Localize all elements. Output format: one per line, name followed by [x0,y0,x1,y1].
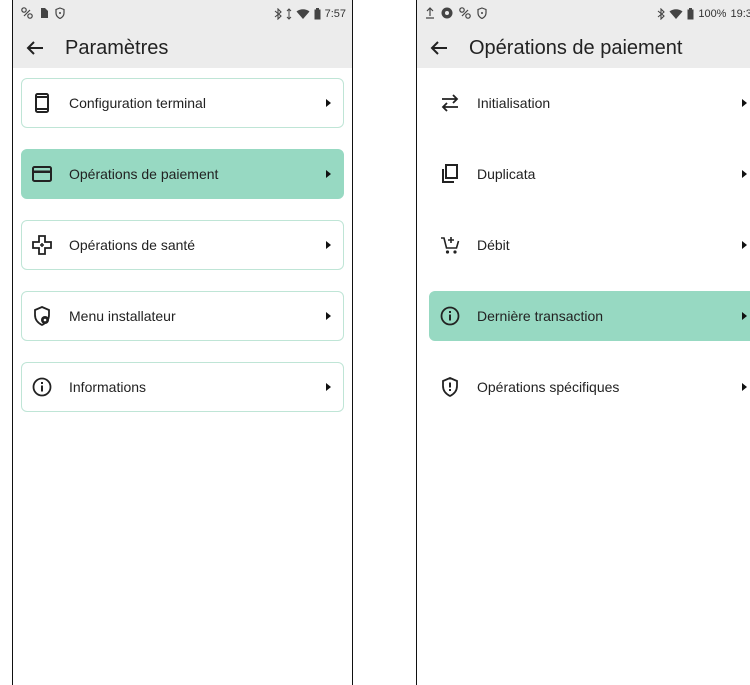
chevron-right-icon [742,312,747,320]
menu-item-initialisation[interactable]: Initialisation [429,78,750,128]
back-button[interactable] [427,36,451,60]
menu-item-configuration-terminal[interactable]: Configuration terminal [21,78,344,128]
menu-list: Initialisation Duplicata Débit Dernière … [417,68,750,412]
menu-item-label: Opérations de paiement [69,166,219,182]
menu-item-operations-paiement[interactable]: Opérations de paiement [21,149,344,199]
data-arrows-icon [286,8,291,20]
menu-item-debit[interactable]: Débit [429,220,750,270]
menu-item-informations[interactable]: Informations [21,362,344,412]
menu-item-operations-specifiques[interactable]: Opérations spécifiques [429,362,750,412]
menu-item-label: Opérations spécifiques [477,379,620,395]
app-bar: Paramètres [13,28,352,68]
bluetooth-icon [657,8,666,20]
menu-list: Configuration terminal Opérations de pai… [13,68,352,412]
page-title: Paramètres [65,36,169,59]
chevron-right-icon [742,241,747,249]
page-title: Opérations de paiement [469,36,683,59]
chevron-right-icon [742,99,747,107]
link-icon [459,7,471,19]
shield-status-icon [55,7,65,19]
status-bar: 7:57 [13,0,352,28]
menu-item-duplicata[interactable]: Duplicata [429,149,750,199]
menu-item-menu-installateur[interactable]: Menu installateur [21,291,344,341]
menu-item-label: Dernière transaction [477,308,604,324]
payment-operations-screen: 100% 19:31 Opérations de paiement Initia… [416,0,750,685]
chevron-right-icon [326,383,331,391]
wifi-icon [296,9,310,19]
menu-item-label: Opérations de santé [69,237,196,253]
menu-item-operations-sante[interactable]: Opérations de santé [21,220,344,270]
chevron-right-icon [326,312,331,320]
upload-icon [426,7,434,19]
copy-icon [440,164,460,184]
menu-item-derniere-transaction[interactable]: Dernière transaction [429,291,750,341]
arrow-back-icon [26,41,43,55]
menu-item-label: Initialisation [477,95,551,111]
wifi-icon [669,9,683,19]
chevron-right-icon [326,170,331,178]
phone-icon [32,93,52,113]
app-notification-icon [441,7,453,19]
status-time: 19:31 [730,8,750,20]
bluetooth-icon [274,8,282,20]
info-icon [440,306,460,326]
cart-add-icon [440,235,460,255]
arrow-back-icon [430,41,447,55]
menu-item-label: Informations [69,379,147,395]
chevron-right-icon [742,383,747,391]
battery-icon [314,8,321,20]
shield-gear-icon [32,306,52,326]
menu-item-label: Menu installateur [69,308,176,324]
link-icon [21,7,33,19]
medical-cross-icon [32,235,52,255]
chevron-right-icon [326,99,331,107]
shield-icon [440,377,460,397]
shield-status-icon [477,7,487,19]
swap-arrows-icon [440,93,460,113]
chevron-right-icon [326,241,331,249]
status-bar: 100% 19:31 [417,0,750,28]
battery-percent: 100% [698,8,727,20]
menu-item-label: Débit [477,237,510,253]
settings-screen: 7:57 Paramètres Configuration terminal O… [12,0,353,685]
status-time: 7:57 [324,8,346,20]
info-icon [32,377,52,397]
sim-card-icon [41,8,48,18]
chevron-right-icon [742,170,747,178]
battery-icon [687,8,694,20]
credit-card-icon [32,164,52,184]
app-bar: Opérations de paiement [417,28,750,68]
menu-item-label: Duplicata [477,166,536,182]
menu-item-label: Configuration terminal [69,95,206,111]
back-button[interactable] [23,36,47,60]
